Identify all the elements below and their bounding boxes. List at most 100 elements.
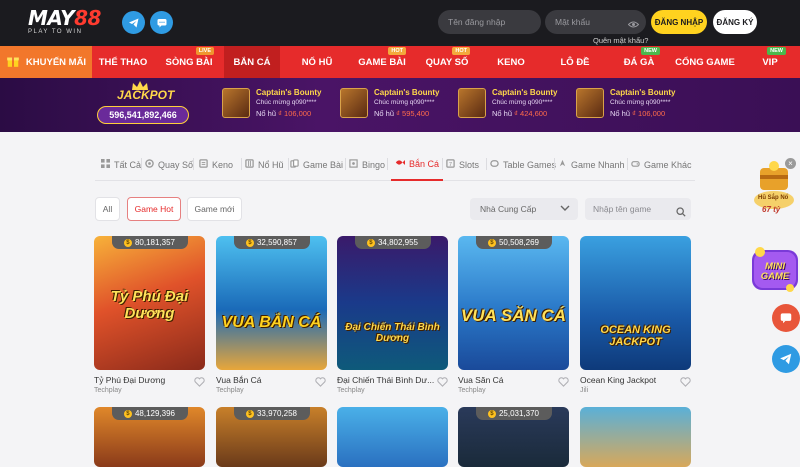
rocket-icon	[558, 159, 567, 170]
game-art-title: Đại Chiến Thái Bình Dương	[345, 322, 440, 344]
heart-icon[interactable]	[194, 374, 205, 392]
new-badge: NEW	[767, 47, 786, 55]
game-card-vua-san-ca[interactable]: $50,508,269 VUA SĂN CÁ	[458, 236, 569, 370]
divider	[554, 158, 555, 170]
nav-da-ga[interactable]: ĐÁ GÀ NEW	[610, 46, 668, 78]
nav-ban-ca[interactable]: BẮN CÁ	[224, 46, 280, 78]
divider	[241, 158, 242, 170]
heart-icon[interactable]	[437, 374, 448, 392]
forgot-password-link[interactable]: Quên mật khẩu?	[593, 36, 648, 45]
chat-icon[interactable]	[150, 11, 173, 34]
tab-game-bai[interactable]: Game Bài	[290, 148, 343, 181]
nav-keno[interactable]: KENO	[482, 46, 540, 78]
tab-game-khac[interactable]: Game Khác	[631, 148, 692, 181]
telegram-icon[interactable]	[122, 11, 145, 34]
search-icon[interactable]	[676, 204, 686, 222]
bingo-icon	[349, 159, 358, 170]
gamepad-icon	[631, 159, 640, 170]
tab-label: Nổ Hũ	[258, 159, 284, 170]
eye-icon[interactable]	[627, 16, 640, 34]
nav-label: QUAY SỐ	[425, 56, 469, 68]
game-card-ocean-king-jackpot[interactable]: OCEAN KING JACKPOT	[580, 236, 691, 370]
game-name[interactable]: Vua Bắn Cá	[216, 375, 316, 385]
game-jackpot: 50,508,269	[498, 238, 540, 247]
jackpot-pill: $34,802,955	[354, 236, 431, 249]
tab-label: Game Nhanh	[571, 159, 625, 170]
tab-quay-so[interactable]: Quay Số	[145, 148, 193, 181]
tab-ban-ca[interactable]: Bắn Cá	[391, 148, 444, 181]
filter-all[interactable]: All	[95, 197, 120, 221]
game-card[interactable]: $48,129,396	[94, 407, 205, 467]
tab-label: Game Khác	[644, 159, 692, 170]
cards-icon	[290, 159, 299, 170]
jackpot-widget-value: 67 tỷ	[762, 205, 781, 214]
nav-vip[interactable]: VIP NEW	[742, 46, 798, 78]
jackpot-pill: $32,590,857	[233, 236, 310, 249]
winner-item[interactable]: Captain's Bounty Chúc mừng q090**** Nổ h…	[340, 88, 450, 122]
tab-bingo[interactable]: Bingo	[349, 148, 385, 181]
nav-the-thao[interactable]: THỂ THAO	[92, 46, 154, 78]
jackpot-title: JACKPOT	[117, 88, 175, 102]
game-name[interactable]: Ocean King Jackpot	[580, 375, 680, 385]
login-button[interactable]: ĐĂNG NHẬP	[651, 10, 707, 34]
tab-keno[interactable]: Keno	[199, 148, 233, 181]
filter-game-hot[interactable]: Game Hot	[127, 197, 181, 221]
live-chat-button[interactable]	[772, 304, 800, 332]
game-name[interactable]: Đại Chiến Thái Bình Dư...	[337, 375, 437, 385]
winner-amount-row: Nổ hũ ₫ 106,000	[256, 109, 311, 118]
tab-game-nhanh[interactable]: Game Nhanh	[558, 148, 625, 181]
tab-label: Bingo	[362, 159, 386, 170]
heart-icon[interactable]	[558, 374, 569, 392]
coin-icon: $	[487, 409, 496, 418]
game-card-vua-ban-ca[interactable]: $32,590,857 VUA BẮN CÁ	[216, 236, 327, 370]
winner-item[interactable]: Captain's Bounty Chúc mừng q090**** Nổ h…	[458, 88, 568, 122]
nav-cong-game[interactable]: CỔNG GAME	[674, 46, 736, 78]
username-input[interactable]	[438, 10, 541, 34]
nav-label: CỔNG GAME	[675, 56, 735, 68]
game-jackpot: 48,129,396	[134, 409, 176, 418]
telegram-icon	[780, 353, 792, 365]
game-provider: Techplay	[458, 387, 486, 394]
game-jackpot: 34,802,955	[377, 238, 419, 247]
nav-label: LÔ ĐỀ	[560, 56, 590, 68]
table-icon	[490, 159, 499, 170]
coin-icon: $	[366, 238, 375, 247]
lottery-icon	[145, 159, 154, 170]
tab-tat-ca[interactable]: Tất Cả	[101, 148, 141, 181]
top-header: MAY88 PLAY TO WIN Quên mật khẩu? ĐĂNG NH…	[0, 0, 800, 46]
nav-promo[interactable]: KHUYẾN MÃI	[0, 46, 92, 78]
game-card-ty-phu-dai-duong[interactable]: $80,181,357 Tỷ Phú Đại Dương	[94, 236, 205, 370]
heart-icon[interactable]	[315, 374, 326, 392]
game-card[interactable]: $25,031,370	[458, 407, 569, 467]
winner-item[interactable]: Captain's Bounty Chúc mừng q090**** Nổ h…	[222, 88, 332, 122]
tab-label: Quay Số	[158, 159, 194, 170]
game-art-title: VUA SĂN CÁ	[460, 306, 567, 325]
register-button[interactable]: ĐĂNG KÝ	[713, 10, 757, 34]
telegram-button[interactable]	[772, 345, 800, 373]
nav-song-bai[interactable]: SÒNG BÀI LIVE	[160, 46, 218, 78]
game-card[interactable]	[337, 407, 448, 467]
nav-no-hu[interactable]: NỔ HŨ	[288, 46, 346, 78]
tab-slots[interactable]: 7 Slots	[446, 148, 479, 181]
winner-item[interactable]: Captain's Bounty Chúc mừng q090**** Nổ h…	[576, 88, 686, 122]
mini-game-button[interactable]: MINI GAME	[750, 240, 800, 300]
provider-select[interactable]: Nhà Cung Cấp	[470, 198, 578, 220]
logo[interactable]: MAY88 PLAY TO WIN	[28, 8, 101, 35]
game-card-dai-chien-thai-binh-duong[interactable]: $34,802,955 Đại Chiến Thái Bình Dương	[337, 236, 448, 370]
tab-table-games[interactable]: Table Games	[490, 148, 556, 181]
game-art-title: VUA BẮN CÁ	[221, 314, 322, 331]
filter-game-moi[interactable]: Game mới	[187, 197, 242, 221]
tab-label: Tất Cả	[114, 159, 142, 170]
divider	[627, 158, 628, 170]
game-card[interactable]: $33,970,258	[216, 407, 327, 467]
game-name[interactable]: Tỷ Phú Đại Dương	[94, 375, 194, 385]
nav-lo-de[interactable]: LÔ ĐỀ	[546, 46, 604, 78]
mini-game-label: MINI GAME	[760, 261, 790, 282]
game-name[interactable]: Vua Săn Cá	[458, 375, 558, 385]
nav-game-bai[interactable]: GAME BÀI HOT	[352, 46, 412, 78]
heart-icon[interactable]	[680, 374, 691, 392]
tab-no-hu[interactable]: Nổ Hũ	[245, 148, 284, 181]
nav-quay-so[interactable]: QUAY SỐ HOT	[418, 46, 476, 78]
divider	[387, 158, 388, 170]
game-card[interactable]	[580, 407, 691, 467]
